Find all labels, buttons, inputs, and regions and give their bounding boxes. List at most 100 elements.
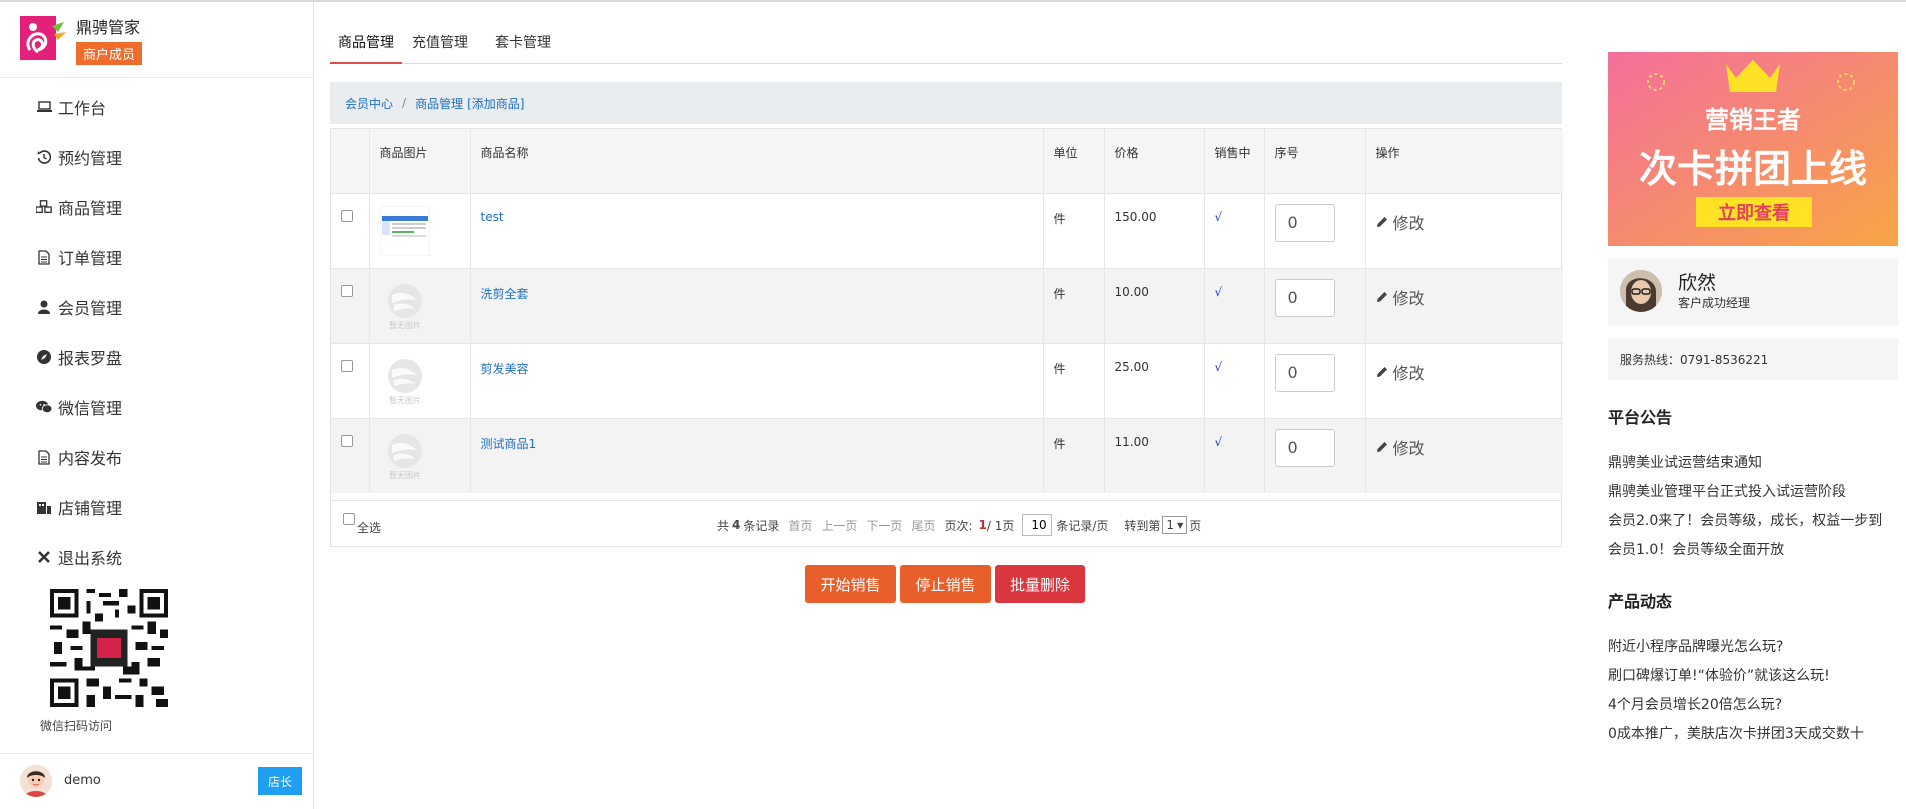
add-product-link[interactable]: [添加商品] <box>467 95 524 112</box>
file-text-icon <box>36 249 52 265</box>
sidebar-item-products[interactable]: 商品管理 <box>0 182 313 232</box>
list-item[interactable]: 会员1.0！会员等级全面开放 <box>1608 539 1906 568</box>
sequence-input[interactable] <box>1274 353 1335 392</box>
price-cell: 150.00 <box>1104 193 1205 268</box>
list-item[interactable]: 鼎骋美业试运营结束通知 <box>1608 452 1906 481</box>
current-page: 1 <box>978 518 987 532</box>
start-selling-button[interactable]: 开始销售 <box>805 565 896 603</box>
column-header: 销售中 <box>1204 129 1265 193</box>
manager-name: 欣然 <box>1678 272 1717 294</box>
breadcrumb-home-link[interactable]: 会员中心 <box>345 95 393 112</box>
divider <box>0 753 313 754</box>
price-cell: 25.00 <box>1104 343 1205 418</box>
announcements-title: 平台公告 <box>1608 408 1673 427</box>
goto-suffix: 页 <box>1189 518 1202 533</box>
no-image-placeholder-icon[interactable]: 暂无图片 <box>380 431 430 481</box>
product-thumbnail[interactable] <box>379 205 430 256</box>
goto-page-value: 1 <box>1166 518 1175 532</box>
tab-products[interactable]: 商品管理 <box>330 32 402 64</box>
edit-button[interactable]: 修改 <box>1376 285 1425 309</box>
total-suffix: 条记录 <box>743 518 780 533</box>
first-page-link[interactable]: 首页 <box>788 517 812 534</box>
column-header: 价格 <box>1104 129 1205 193</box>
sequence-input[interactable] <box>1274 428 1335 467</box>
list-item[interactable]: 附近小程序品牌曝光怎么玩? <box>1608 636 1906 665</box>
promo-banner[interactable]: 营销王者 次卡拼团上线 立即查看 <box>1608 52 1898 246</box>
list-item[interactable]: 鼎骋美业管理平台正式投入试运营阶段 <box>1608 481 1906 510</box>
last-page-link[interactable]: 尾页 <box>911 517 935 534</box>
avatar[interactable] <box>20 765 52 797</box>
price-cell: 11.00 <box>1104 418 1205 493</box>
total-count: 4 <box>732 518 741 532</box>
edit-button[interactable]: 修改 <box>1376 360 1425 384</box>
history-icon <box>36 149 52 165</box>
product-name-link[interactable]: 剪发美容 <box>481 362 529 376</box>
page-size-suffix: 条记录/页 <box>1056 518 1109 533</box>
product-name-link[interactable]: test <box>481 210 504 224</box>
sidebar-item-content[interactable]: 内容发布 <box>0 432 313 482</box>
next-page-link[interactable]: 下一页 <box>866 517 902 534</box>
role-badge-button[interactable]: 店长 <box>258 767 302 795</box>
sidebar-item-reports[interactable]: 报表罗盘 <box>0 332 313 382</box>
edit-label: 修改 <box>1392 213 1425 233</box>
compass-icon <box>36 349 52 365</box>
unit-cell: 件 <box>1043 418 1105 493</box>
sequence-input[interactable] <box>1274 203 1335 242</box>
prev-page-link[interactable]: 上一页 <box>821 517 857 534</box>
product-name-link[interactable]: 洗剪全套 <box>481 287 529 301</box>
sidebar-item-workbench[interactable]: 工作台 <box>0 82 313 132</box>
select-all-checkbox[interactable] <box>343 513 355 525</box>
edit-button[interactable]: 修改 <box>1376 210 1425 234</box>
sidebar-item-label: 商品管理 <box>58 199 123 218</box>
stop-selling-button[interactable]: 停止销售 <box>900 565 991 603</box>
banner-cta-button[interactable]: 立即查看 <box>1696 197 1812 227</box>
wechat-icon <box>36 399 52 415</box>
column-header <box>331 129 370 193</box>
breadcrumb-separator: / <box>402 96 407 110</box>
breadcrumb-current-link[interactable]: 商品管理 <box>415 95 463 112</box>
row-checkbox[interactable] <box>341 359 353 372</box>
no-image-placeholder-icon[interactable]: 暂无图片 <box>380 281 430 331</box>
select-all[interactable]: 全选 <box>343 513 381 536</box>
product-news-list: 附近小程序品牌曝光怎么玩? 刷口碑爆订单!“体验价”就该这么玩! 4个月会员增长… <box>1608 636 1906 752</box>
product-table: 商品图片 商品名称 单位 价格 销售中 序号 操作 test 件 150.00 … <box>330 128 1563 547</box>
sidebar-item-label: 订单管理 <box>58 249 123 268</box>
brand-logo-icon <box>20 16 66 60</box>
sequence-input[interactable] <box>1274 278 1335 317</box>
batch-delete-button[interactable]: 批量删除 <box>995 565 1085 603</box>
sidebar-item-label: 内容发布 <box>58 449 123 468</box>
sidebar-item-members[interactable]: 会员管理 <box>0 282 313 332</box>
caret-down-icon: ▼ <box>1177 520 1184 530</box>
tab-package-cards[interactable]: 套卡管理 <box>487 32 559 64</box>
tab-bar: 商品管理 充值管理 套卡管理 <box>330 28 1562 64</box>
table-row: 暂无图片 剪发美容 件 25.00 √ 修改 <box>331 343 1563 418</box>
row-checkbox[interactable] <box>341 209 353 222</box>
list-item[interactable]: 4个月会员增长20倍怎么玩? <box>1608 694 1906 723</box>
sidebar-item-shop[interactable]: 店铺管理 <box>0 482 313 532</box>
row-checkbox[interactable] <box>341 284 353 297</box>
tab-recharge[interactable]: 充值管理 <box>404 32 476 64</box>
sidebar-item-appointments[interactable]: 预约管理 <box>0 132 313 182</box>
list-item[interactable]: 刷口碑爆订单!“体验价”就该这么玩! <box>1608 665 1906 694</box>
sidebar-item-wechat[interactable]: 微信管理 <box>0 382 313 432</box>
service-hotline: 服务热线：0791-8536221 <box>1608 338 1898 380</box>
page-label: 页次: <box>944 518 973 533</box>
main-content: 商品管理 充值管理 套卡管理 会员中心 / 商品管理 [添加商品] 商品图片 商… <box>330 2 1563 809</box>
column-header: 序号 <box>1264 129 1366 193</box>
no-image-placeholder-icon[interactable]: 暂无图片 <box>380 356 430 406</box>
goto-page-select[interactable]: 1 ▼ <box>1162 516 1188 534</box>
product-name-link[interactable]: 测试商品1 <box>481 437 537 451</box>
column-header: 操作 <box>1375 146 1400 160</box>
list-item[interactable]: 会员2.0来了！会员等级，成长，权益一步到 <box>1608 510 1906 539</box>
banner-headline: 营销王者 <box>1705 106 1801 134</box>
sidebar-item-label: 工作台 <box>58 99 107 118</box>
no-image-text: 暂无图片 <box>389 470 421 480</box>
pencil-icon <box>1376 366 1388 378</box>
row-checkbox[interactable] <box>341 434 353 447</box>
sidebar-item-logout[interactable]: 退出系统 <box>0 532 313 582</box>
edit-button[interactable]: 修改 <box>1376 435 1425 459</box>
member-badge: 商户成员 <box>76 42 143 65</box>
page-size-input[interactable] <box>1022 514 1053 536</box>
list-item[interactable]: 0成本推广，美肤店次卡拼团3天成交数十 <box>1608 723 1906 752</box>
sidebar-item-orders[interactable]: 订单管理 <box>0 232 313 282</box>
